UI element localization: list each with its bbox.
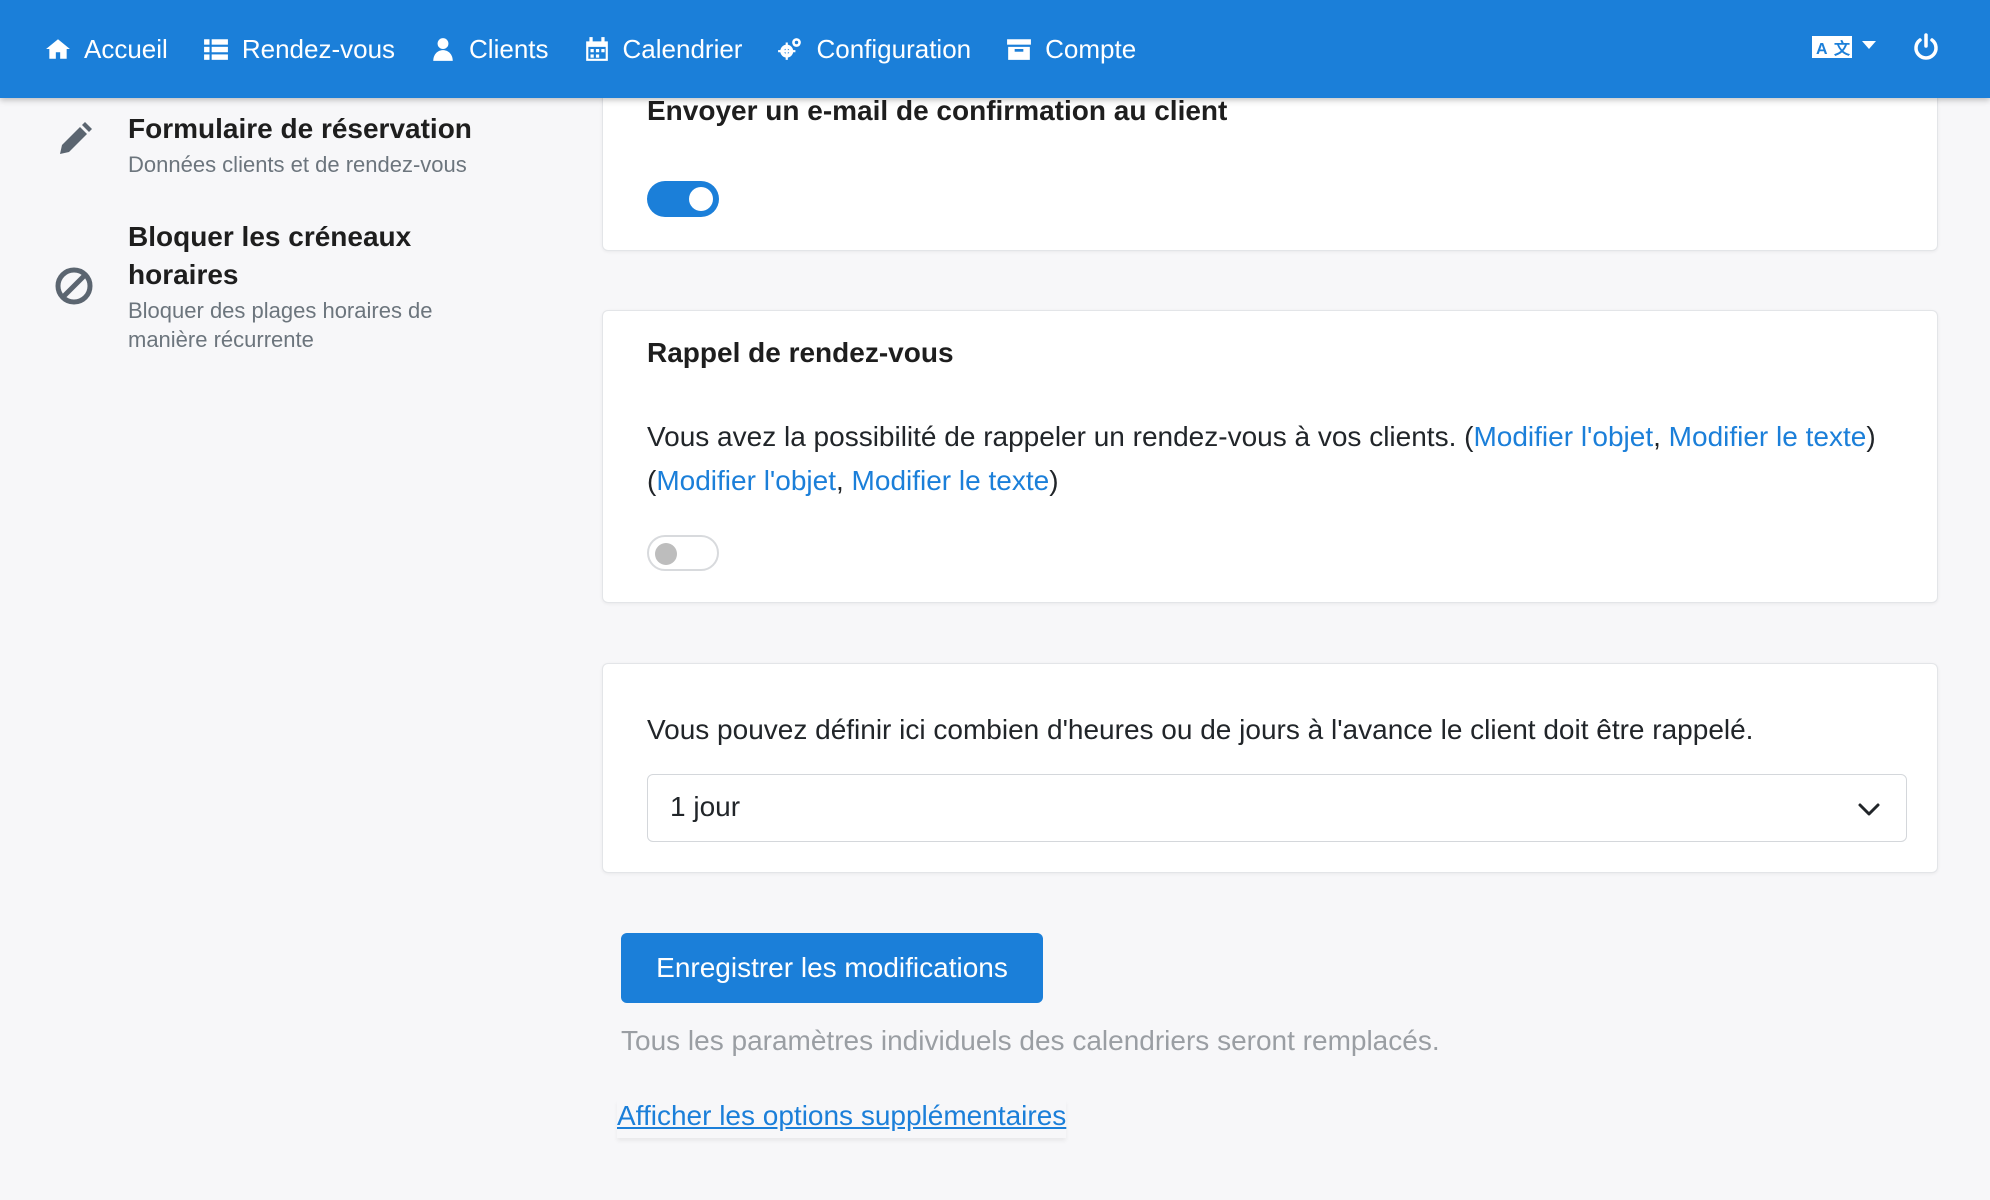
sidebar-item-block-slots[interactable]: Bloquer les créneaux horaires Bloquer de…: [0, 218, 560, 358]
reminder-description: Vous avez la possibilité de rappeler un …: [647, 415, 1917, 503]
pencil-icon: [54, 120, 94, 160]
logout-button[interactable]: [1912, 32, 1940, 66]
top-navbar: Accueil Rendez-vous Clients Calendrier C…: [0, 0, 1990, 98]
power-icon: [1912, 32, 1940, 65]
nav-clients-label: Clients: [469, 33, 549, 64]
cogs-icon: [776, 35, 804, 63]
nav-calendrier[interactable]: Calendrier: [583, 0, 743, 98]
edit-subject-link[interactable]: Modifier l'objet: [1473, 421, 1653, 452]
language-dropdown[interactable]: A文: [1812, 34, 1876, 65]
confirmation-email-toggle[interactable]: [647, 181, 719, 217]
sidebar-item-booking-form[interactable]: Formulaire de réservation Données client…: [0, 110, 560, 190]
edit-subject-link[interactable]: Modifier l'objet: [656, 465, 836, 496]
chevron-down-icon: [1856, 797, 1882, 823]
confirmation-email-title: Envoyer un e-mail de confirmation au cli…: [647, 95, 1228, 126]
toggle-knob: [689, 187, 713, 211]
nav-configuration-label: Configuration: [816, 33, 972, 64]
svg-text:文: 文: [1834, 39, 1851, 58]
navbar-right: A文: [1812, 0, 1940, 98]
nav-compte-label: Compte: [1045, 33, 1137, 64]
reminder-advance-value: 1 jour: [670, 791, 741, 822]
nav-accueil-label: Accueil: [84, 33, 168, 64]
separator-text: ): [1049, 465, 1059, 496]
reminder-advance-description: Vous pouvez définir ici combien d'heures…: [647, 714, 1754, 745]
reminder-advance-card: Vous pouvez définir ici combien d'heures…: [602, 663, 1938, 873]
edit-text-link[interactable]: Modifier le texte: [852, 465, 1050, 496]
nav-rendez-vous[interactable]: Rendez-vous: [202, 0, 395, 98]
nav-clients[interactable]: Clients: [429, 0, 549, 98]
override-note: Tous les paramètres individuels des cale…: [621, 1025, 1440, 1056]
show-more-options-link[interactable]: Afficher les options supplémentaires: [617, 1100, 1066, 1138]
ban-icon: [54, 266, 94, 306]
nav-compte[interactable]: Compte: [1005, 0, 1136, 98]
sidebar-item-subtitle: Données clients et de rendez-vous: [128, 152, 467, 177]
nav-calendrier-label: Calendrier: [622, 33, 743, 64]
reminder-title: Rappel de rendez-vous: [647, 337, 954, 368]
reminder-toggle[interactable]: [647, 535, 719, 571]
sidebar-item-subtitle: Bloquer des plages horaires de manière r…: [128, 298, 433, 352]
user-icon: [429, 35, 457, 63]
reminder-advance-select[interactable]: 1 jour: [647, 774, 1907, 842]
calendar-icon: [583, 35, 611, 63]
home-icon: [44, 35, 72, 63]
chevron-down-icon: [1862, 41, 1876, 49]
reminder-text: Vous avez la possibilité de rappeler un …: [647, 421, 1474, 452]
separator-text: ,: [835, 465, 852, 496]
list-icon: [202, 35, 230, 63]
sidebar-item-title: Formulaire de réservation: [128, 113, 472, 144]
toggle-knob: [655, 543, 677, 565]
sidebar-item-title: Bloquer les créneaux horaires: [128, 221, 412, 290]
nav-configuration[interactable]: Configuration: [776, 0, 971, 98]
svg-text:A: A: [1816, 41, 1828, 58]
separator-text: ,: [1653, 421, 1669, 452]
edit-text-link[interactable]: Modifier le texte: [1669, 421, 1867, 452]
nav-rendez-vous-label: Rendez-vous: [241, 33, 396, 64]
nav-accueil[interactable]: Accueil: [44, 0, 168, 98]
reminder-card: Rappel de rendez-vous Vous avez la possi…: [602, 310, 1938, 603]
save-changes-button[interactable]: Enregistrer les modifications: [621, 933, 1043, 1003]
archive-icon: [1005, 35, 1033, 63]
language-icon: A文: [1812, 34, 1852, 65]
